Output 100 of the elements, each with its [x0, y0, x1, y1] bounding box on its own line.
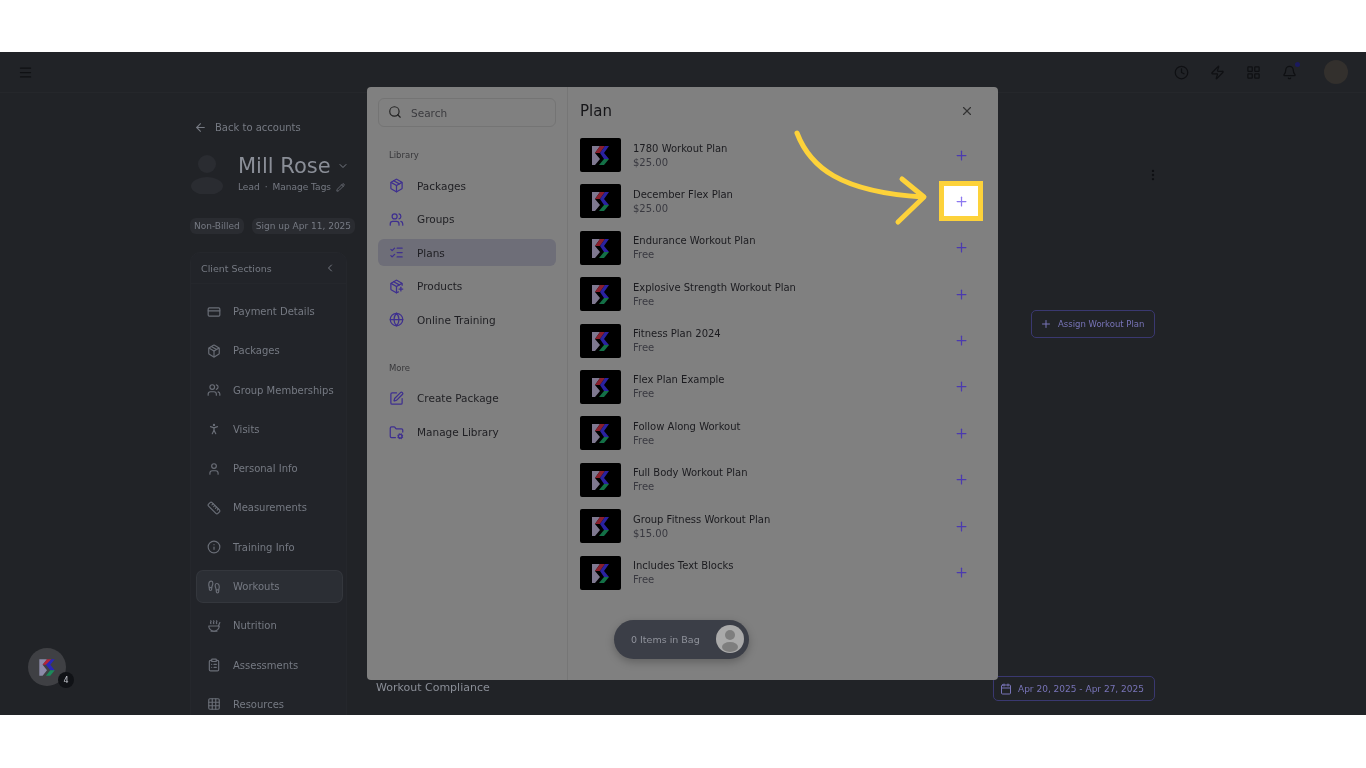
- plan-thumbnail: [580, 277, 621, 312]
- client-badge: Sign up Apr 11, 2025: [251, 218, 356, 234]
- plan-thumbnail: [580, 184, 621, 219]
- plan-name: Flex Plan Example: [633, 374, 726, 386]
- grid-icon: [207, 697, 221, 712]
- plan-price: Free: [633, 434, 656, 446]
- dialog-title: Plan: [580, 102, 612, 120]
- box-icon: [389, 178, 404, 193]
- section-item[interactable]: Visits: [197, 413, 342, 445]
- clipboard-icon: [207, 658, 221, 673]
- plus-icon: [953, 565, 969, 580]
- globe-icon: [389, 312, 404, 328]
- plus-icon: [953, 240, 969, 256]
- info-icon: [207, 540, 221, 555]
- assign-workout-plan-button[interactable]: Assign Workout Plan: [1031, 310, 1155, 338]
- plan-price: Free: [633, 249, 656, 261]
- plan-thumbnail: [580, 555, 621, 590]
- section-label: More: [389, 362, 412, 373]
- plan-thumbnail: [580, 416, 621, 451]
- plan-price: Free: [633, 295, 656, 307]
- bag-button[interactable]: 0 Items in Bag: [614, 619, 749, 659]
- plan-name: Follow Along Workout: [633, 420, 742, 432]
- calendar-icon: [1000, 682, 1012, 695]
- section-item[interactable]: Workouts: [197, 571, 342, 603]
- back-link[interactable]: Back to accounts: [194, 121, 348, 134]
- plan-name: Full Body Workout Plan: [633, 467, 749, 479]
- plan-price: Free: [633, 574, 656, 585]
- plan-name: December Flex Plan: [633, 188, 734, 200]
- plan-name: 1780 Workout Plan: [633, 142, 729, 154]
- box-icon: [207, 343, 221, 358]
- menu-item[interactable]: Create Package: [378, 384, 556, 412]
- manage-tags-link[interactable]: Manage Tags: [272, 182, 332, 192]
- box-plus-icon: [389, 278, 404, 294]
- plus-icon: [953, 147, 969, 163]
- section-label: Library: [389, 150, 420, 160]
- plan-name: Endurance Workout Plan: [633, 235, 757, 247]
- edit-icon: [389, 390, 404, 406]
- count-badge: 4: [58, 672, 74, 688]
- plus-icon: [953, 286, 969, 302]
- plus-icon: [953, 472, 969, 488]
- section-item[interactable]: Training Info: [197, 531, 342, 563]
- plan-price: Free: [633, 388, 656, 400]
- avatar-silhouette: [715, 624, 745, 655]
- plan-price: $15.00: [633, 527, 669, 539]
- plus-icon: [953, 333, 969, 349]
- plan-thumbnail: [580, 509, 621, 544]
- person-icon: [207, 461, 221, 476]
- plus-icon: [953, 518, 969, 534]
- logo-icon: [36, 656, 58, 678]
- people-icon: [389, 211, 404, 227]
- section-item[interactable]: Payment Details: [197, 296, 342, 327]
- plan-name: Group Fitness Workout Plan: [633, 513, 772, 525]
- plan-name: Fitness Plan 2024: [633, 328, 722, 340]
- plan-price: Free: [633, 481, 656, 493]
- card-icon: [207, 304, 221, 319]
- plus-icon: [953, 379, 969, 395]
- section-title: Workout Compliance: [376, 681, 490, 694]
- close-icon: [960, 104, 974, 118]
- plan-thumbnail: [580, 230, 621, 265]
- people-icon: [207, 383, 221, 398]
- section-item[interactable]: Personal Info: [197, 453, 342, 485]
- section-item[interactable]: Resources: [197, 688, 342, 715]
- section-item[interactable]: Group Memberships: [197, 374, 342, 406]
- section-item[interactable]: Assessments: [197, 649, 342, 681]
- library-item[interactable]: Products: [378, 272, 556, 300]
- menu-item[interactable]: Manage Library: [378, 418, 556, 446]
- arrow-left-icon: [194, 121, 207, 134]
- library-item[interactable]: Packages: [378, 172, 556, 199]
- plus-icon: [953, 425, 969, 441]
- folder-icon: [389, 424, 404, 440]
- search-icon: [388, 105, 402, 119]
- plan-price: $25.00: [633, 202, 669, 214]
- client-status: Lead: [238, 182, 260, 192]
- plan-thumbnail: [580, 138, 621, 172]
- library-item[interactable]: Plans: [378, 239, 556, 267]
- plus-icon: [953, 193, 969, 209]
- close-button[interactable]: [960, 104, 974, 118]
- section-item[interactable]: Nutrition: [197, 610, 342, 642]
- client-badge: Non-Billed: [190, 218, 244, 234]
- card-title: Client Sections: [201, 262, 272, 274]
- plan-price: Free: [633, 342, 656, 354]
- pencil-icon[interactable]: [336, 182, 346, 192]
- checklist-icon: [389, 245, 404, 261]
- add-button[interactable]: [939, 181, 983, 222]
- plan-price: $25.00: [633, 156, 669, 168]
- client-name: Mill Rose: [238, 154, 331, 178]
- library-item[interactable]: Online Training: [378, 306, 556, 334]
- plan-name: Explosive Strength Workout Plan: [633, 281, 797, 293]
- plan-thumbnail: [580, 323, 621, 358]
- notification-dot: [1295, 61, 1300, 67]
- section-item[interactable]: Measurements: [197, 492, 342, 524]
- plan-name: Includes Text Blocks: [633, 560, 735, 571]
- plan-thumbnail: [580, 369, 621, 404]
- search-field[interactable]: Search: [378, 98, 556, 127]
- bowl-icon: [207, 618, 221, 633]
- section-item[interactable]: Packages: [197, 335, 342, 367]
- date-range-button[interactable]: Apr 20, 2025 - Apr 27, 2025: [993, 676, 1155, 701]
- bell-icon[interactable]: [1282, 64, 1297, 80]
- floating-logo-button[interactable]: [28, 648, 66, 686]
- library-item[interactable]: Groups: [378, 205, 556, 233]
